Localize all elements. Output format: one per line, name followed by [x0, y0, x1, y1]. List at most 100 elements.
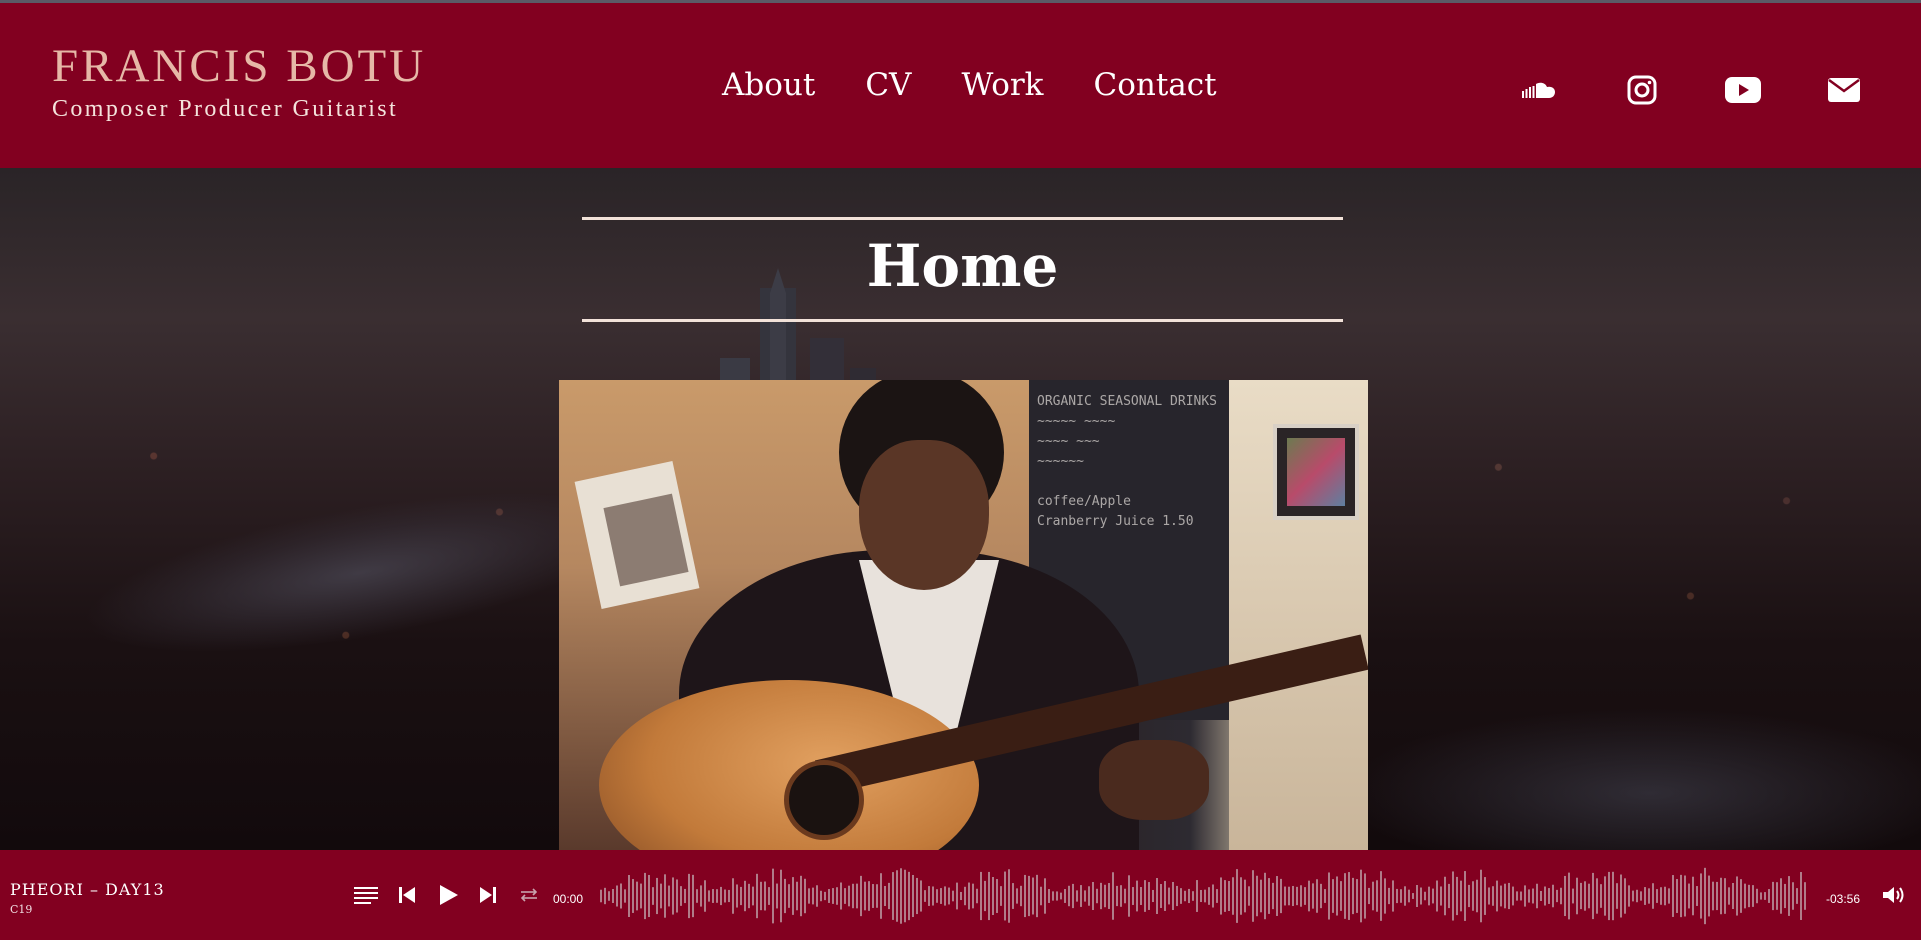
waveform-bar	[1388, 887, 1390, 905]
waveform-bar	[980, 871, 982, 921]
waveform-bar	[1420, 887, 1422, 905]
waveform-bar	[1708, 875, 1710, 917]
waveform-seekbar[interactable]	[600, 864, 1806, 928]
waveform-bar	[1580, 882, 1582, 910]
waveform-bar	[1292, 885, 1294, 907]
waveform-bar	[940, 888, 942, 904]
nav-contact[interactable]: Contact	[1093, 65, 1216, 105]
brand-logo-link[interactable]: FRANCIS BOTU Composer Producer Guitarist	[52, 41, 426, 123]
instagram-icon[interactable]	[1622, 70, 1662, 110]
volume-icon[interactable]	[1880, 884, 1908, 906]
waveform-bar	[1308, 880, 1310, 912]
waveform-bar	[1436, 880, 1438, 912]
play-icon[interactable]	[434, 884, 462, 906]
playlist-icon[interactable]	[352, 884, 380, 906]
waveform-bar	[1324, 889, 1326, 903]
waveform-bar	[1588, 883, 1590, 909]
waveform-bar	[752, 886, 754, 906]
waveform-bar	[868, 881, 870, 911]
waveform-bar	[616, 885, 618, 907]
waveform-bar	[648, 874, 650, 918]
next-icon[interactable]	[476, 884, 500, 906]
waveform-bar	[640, 883, 642, 909]
waveform-bar	[840, 882, 842, 910]
waveform-bar	[1188, 888, 1190, 904]
waveform-bar	[1660, 887, 1662, 905]
waveform-bar	[1204, 889, 1206, 903]
waveform-bar	[636, 881, 638, 911]
waveform-bar	[884, 885, 886, 907]
waveform-bar	[1540, 890, 1542, 902]
waveform-bar	[788, 884, 790, 908]
waveform-bar	[972, 883, 974, 909]
waveform-bar	[792, 877, 794, 915]
waveform-bar	[1316, 879, 1318, 913]
waveform-bar	[1028, 875, 1030, 917]
waveform-bar	[968, 882, 970, 910]
waveform-bar	[1752, 885, 1754, 907]
waveform-bar	[1312, 883, 1314, 909]
waveform-bar	[1488, 887, 1490, 905]
waveform-bar	[996, 879, 998, 913]
waveform-bar	[1108, 883, 1110, 909]
waveform-bar	[1756, 888, 1758, 904]
email-icon[interactable]	[1824, 70, 1864, 110]
time-remaining: -03:56	[1826, 892, 1861, 906]
waveform-bar	[1004, 871, 1006, 921]
waveform-bar	[1700, 873, 1702, 919]
waveform-bar	[1648, 888, 1650, 904]
waveform-bar	[1112, 872, 1114, 920]
waveform-bar	[1332, 879, 1334, 913]
waveform-bar	[1760, 892, 1762, 900]
waveform-bar	[812, 887, 814, 905]
waveform-bar	[1036, 874, 1038, 918]
nav-work[interactable]: Work	[961, 65, 1043, 105]
waveform-bar	[1616, 883, 1618, 909]
waveform-bar	[1784, 883, 1786, 909]
waveform-bar	[1148, 882, 1150, 910]
waveform-bar	[656, 877, 658, 915]
waveform-bar	[1344, 873, 1346, 919]
waveform-bar	[1584, 881, 1586, 911]
waveform-bar	[900, 868, 902, 924]
waveform-bar	[692, 874, 694, 918]
waveform-bar	[848, 885, 850, 907]
waveform-bar	[1480, 869, 1482, 923]
waveform-bar	[896, 870, 898, 922]
repeat-icon[interactable]	[517, 884, 541, 906]
waveform-bar	[1056, 891, 1058, 901]
nav-about[interactable]: About	[722, 65, 815, 105]
waveform-bar	[820, 890, 822, 902]
waveform-bar	[756, 873, 758, 919]
waveform-bar	[1040, 886, 1042, 906]
waveform-bar	[1288, 886, 1290, 906]
waveform-bar	[1624, 878, 1626, 914]
waveform-bar	[1620, 874, 1622, 918]
waveform-bar	[1284, 886, 1286, 906]
soundcloud-icon[interactable]	[1521, 70, 1561, 110]
previous-icon[interactable]	[395, 884, 419, 906]
waveform-bar	[664, 874, 666, 918]
waveform-bar	[1200, 889, 1202, 903]
waveform-bar	[1376, 880, 1378, 912]
waveform-bar	[1024, 874, 1026, 918]
waveform-bar	[1276, 876, 1278, 916]
waveform-bar	[932, 886, 934, 906]
waveform-bar	[1492, 886, 1494, 906]
waveform-bar	[1800, 872, 1802, 920]
waveform-bar	[1264, 872, 1266, 920]
waveform-bar	[1560, 887, 1562, 905]
nav-cv[interactable]: CV	[865, 65, 911, 105]
waveform-bar	[1552, 884, 1554, 908]
waveform-bar	[1032, 877, 1034, 915]
waveform-bar	[1684, 875, 1686, 917]
waveform-bar	[1164, 881, 1166, 911]
waveform-bar	[988, 871, 990, 921]
youtube-icon[interactable]	[1723, 70, 1763, 110]
waveform-bar	[704, 880, 706, 912]
waveform-bar	[748, 883, 750, 909]
waveform-bar	[904, 869, 906, 923]
waveform-bar	[1564, 875, 1566, 917]
title-rule-bottom	[582, 319, 1343, 322]
waveform-bar	[760, 881, 762, 911]
